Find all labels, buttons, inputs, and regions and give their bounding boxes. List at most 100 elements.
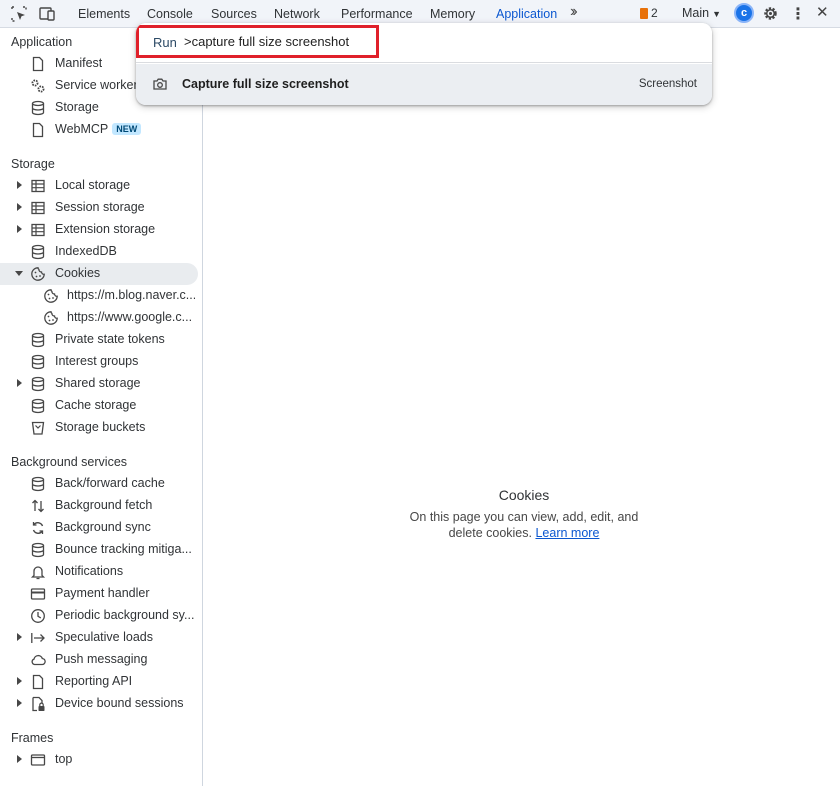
sidebar-item-label: Background sync: [55, 520, 151, 534]
cookies-empty-state: Cookies On this page you can view, add, …: [404, 487, 644, 541]
sidebar-item-bounce-tracking[interactable]: Bounce tracking mitiga...: [0, 539, 198, 561]
sidebar-item-label: Interest groups: [55, 354, 139, 368]
command-input-row: Run: [136, 23, 712, 63]
cloud-icon: [31, 654, 46, 666]
camera-icon: [153, 78, 167, 90]
database-icon: [31, 332, 45, 348]
context-selector[interactable]: Main ▼: [682, 6, 721, 20]
database-icon: [31, 100, 45, 116]
command-result-label: Capture full size screenshot: [182, 77, 349, 91]
command-menu: Run Capture full size screenshot Screens…: [136, 23, 712, 105]
section-heading-frames: Frames: [11, 731, 54, 745]
table-icon: [31, 223, 45, 237]
sidebar-item-label: Local storage: [55, 178, 131, 192]
sidebar-item-label: Reporting API: [55, 674, 133, 688]
sidebar-item-payment-handler[interactable]: Payment handler: [0, 583, 198, 605]
sidebar-item-extension-storage[interactable]: Extension storage: [0, 219, 198, 241]
sidebar-item-cache-storage[interactable]: Cache storage: [0, 395, 198, 417]
sidebar-item-label: Service workers: [55, 78, 137, 92]
sidebar-item-cookie-origin-naver[interactable]: https://m.blog.naver.c...: [0, 285, 198, 307]
sidebar-item-shared-storage[interactable]: Shared storage: [0, 373, 198, 395]
sidebar-item-label: Periodic background sy...: [55, 608, 195, 622]
sidebar-item-label: Cache storage: [55, 398, 137, 412]
tab-console[interactable]: Console: [147, 7, 193, 21]
expand-arrow-icon[interactable]: [17, 225, 22, 233]
sidebar-item-label: Shared storage: [55, 376, 141, 390]
sidebar-item-interest-groups[interactable]: Interest groups: [0, 351, 198, 373]
tab-elements[interactable]: Elements: [78, 7, 130, 21]
sidebar-item-label: Device bound sessions: [55, 696, 184, 710]
issues-counter[interactable]: 2: [640, 6, 658, 20]
arrow-bar-icon: [31, 633, 45, 643]
more-options-icon[interactable]: ⋮: [790, 4, 806, 24]
database-icon: [31, 244, 45, 260]
sidebar-item-label: Session storage: [55, 200, 145, 214]
table-icon: [31, 179, 45, 193]
expand-arrow-icon[interactable]: [17, 633, 22, 641]
database-icon: [31, 476, 45, 492]
cookie-icon: [44, 289, 58, 303]
tab-network[interactable]: Network: [274, 7, 320, 21]
command-result-category: Screenshot: [638, 78, 697, 90]
sidebar-item-background-sync[interactable]: Background sync: [0, 517, 198, 539]
card-icon: [30, 588, 46, 600]
sidebar-item-private-state-tokens[interactable]: Private state tokens: [0, 329, 198, 351]
table-icon: [31, 201, 45, 215]
sidebar-item-label: https://m.blog.naver.c...: [67, 288, 195, 302]
expand-arrow-icon[interactable]: [17, 379, 22, 387]
sidebar-item-reporting-api[interactable]: Reporting API: [0, 671, 198, 693]
sidebar-item-label: Private state tokens: [55, 332, 165, 346]
collapse-arrow-icon[interactable]: [15, 271, 23, 276]
section-heading-storage: Storage: [11, 157, 55, 171]
inspect-element-icon[interactable]: [10, 5, 28, 23]
sidebar-item-notifications[interactable]: Notifications: [0, 561, 198, 583]
sidebar-item-label: WebMCP: [55, 122, 109, 136]
ai-assistance-icon[interactable]: c: [734, 3, 754, 23]
sidebar-item-push-messaging[interactable]: Push messaging: [0, 649, 198, 671]
tab-performance[interactable]: Performance: [341, 7, 413, 21]
tab-application[interactable]: Application: [496, 7, 557, 21]
lock-doc-icon: [32, 696, 45, 712]
sidebar-item-label: Storage buckets: [55, 420, 146, 434]
sidebar-item-cookie-origin-google[interactable]: https://www.google.c...: [0, 307, 198, 329]
sidebar-item-cookies[interactable]: Cookies: [0, 263, 198, 285]
clock-icon: [31, 609, 45, 623]
sidebar-item-indexeddb[interactable]: IndexedDB: [0, 241, 198, 263]
learn-more-link[interactable]: Learn more: [535, 526, 599, 540]
empty-state-line2: delete cookies.: [448, 526, 532, 540]
expand-arrow-icon[interactable]: [17, 755, 22, 763]
tab-sources[interactable]: Sources: [211, 7, 257, 21]
sync-icon: [32, 522, 44, 534]
bell-icon: [30, 566, 46, 580]
sidebar-item-local-storage[interactable]: Local storage: [0, 175, 198, 197]
context-label: Main: [682, 6, 710, 20]
expand-arrow-icon[interactable]: [17, 677, 22, 685]
device-toolbar-icon[interactable]: [38, 5, 56, 23]
sidebar-item-label: Background fetch: [55, 498, 153, 512]
sidebar-item-device-bound-sessions[interactable]: Device bound sessions: [0, 693, 198, 715]
sidebar-item-speculative-loads[interactable]: Speculative loads: [0, 627, 198, 649]
sidebar-item-back-forward-cache[interactable]: Back/forward cache: [0, 473, 198, 495]
command-result-item[interactable]: Capture full size screenshot Screenshot: [136, 64, 712, 105]
more-tabs-chevron-icon[interactable]: ››: [570, 3, 577, 21]
sidebar-item-label: Speculative loads: [55, 630, 153, 644]
sidebar-item-periodic-background-sync[interactable]: Periodic background sy...: [0, 605, 198, 627]
sidebar-item-webmcp[interactable]: WebMCP NEW: [0, 119, 198, 141]
sidebar-item-session-storage[interactable]: Session storage: [0, 197, 198, 219]
sidebar-item-label: top: [55, 752, 73, 766]
new-badge: NEW: [112, 123, 142, 135]
close-icon[interactable]: ✕: [816, 3, 829, 21]
cookie-icon: [31, 267, 45, 281]
sidebar-item-background-fetch[interactable]: Background fetch: [0, 495, 198, 517]
sidebar-item-label: Notifications: [55, 564, 124, 578]
expand-arrow-icon[interactable]: [17, 203, 22, 211]
expand-arrow-icon[interactable]: [17, 181, 22, 189]
document-icon: [32, 122, 44, 138]
settings-gear-icon[interactable]: [762, 5, 779, 22]
tab-memory[interactable]: Memory: [430, 7, 475, 21]
sidebar-item-storage-buckets[interactable]: Storage buckets: [0, 417, 198, 439]
section-heading-background-services: Background services: [11, 455, 128, 469]
expand-arrow-icon[interactable]: [17, 699, 22, 707]
highlight-box: [136, 25, 379, 58]
sidebar-item-frame-top[interactable]: top: [0, 749, 198, 771]
